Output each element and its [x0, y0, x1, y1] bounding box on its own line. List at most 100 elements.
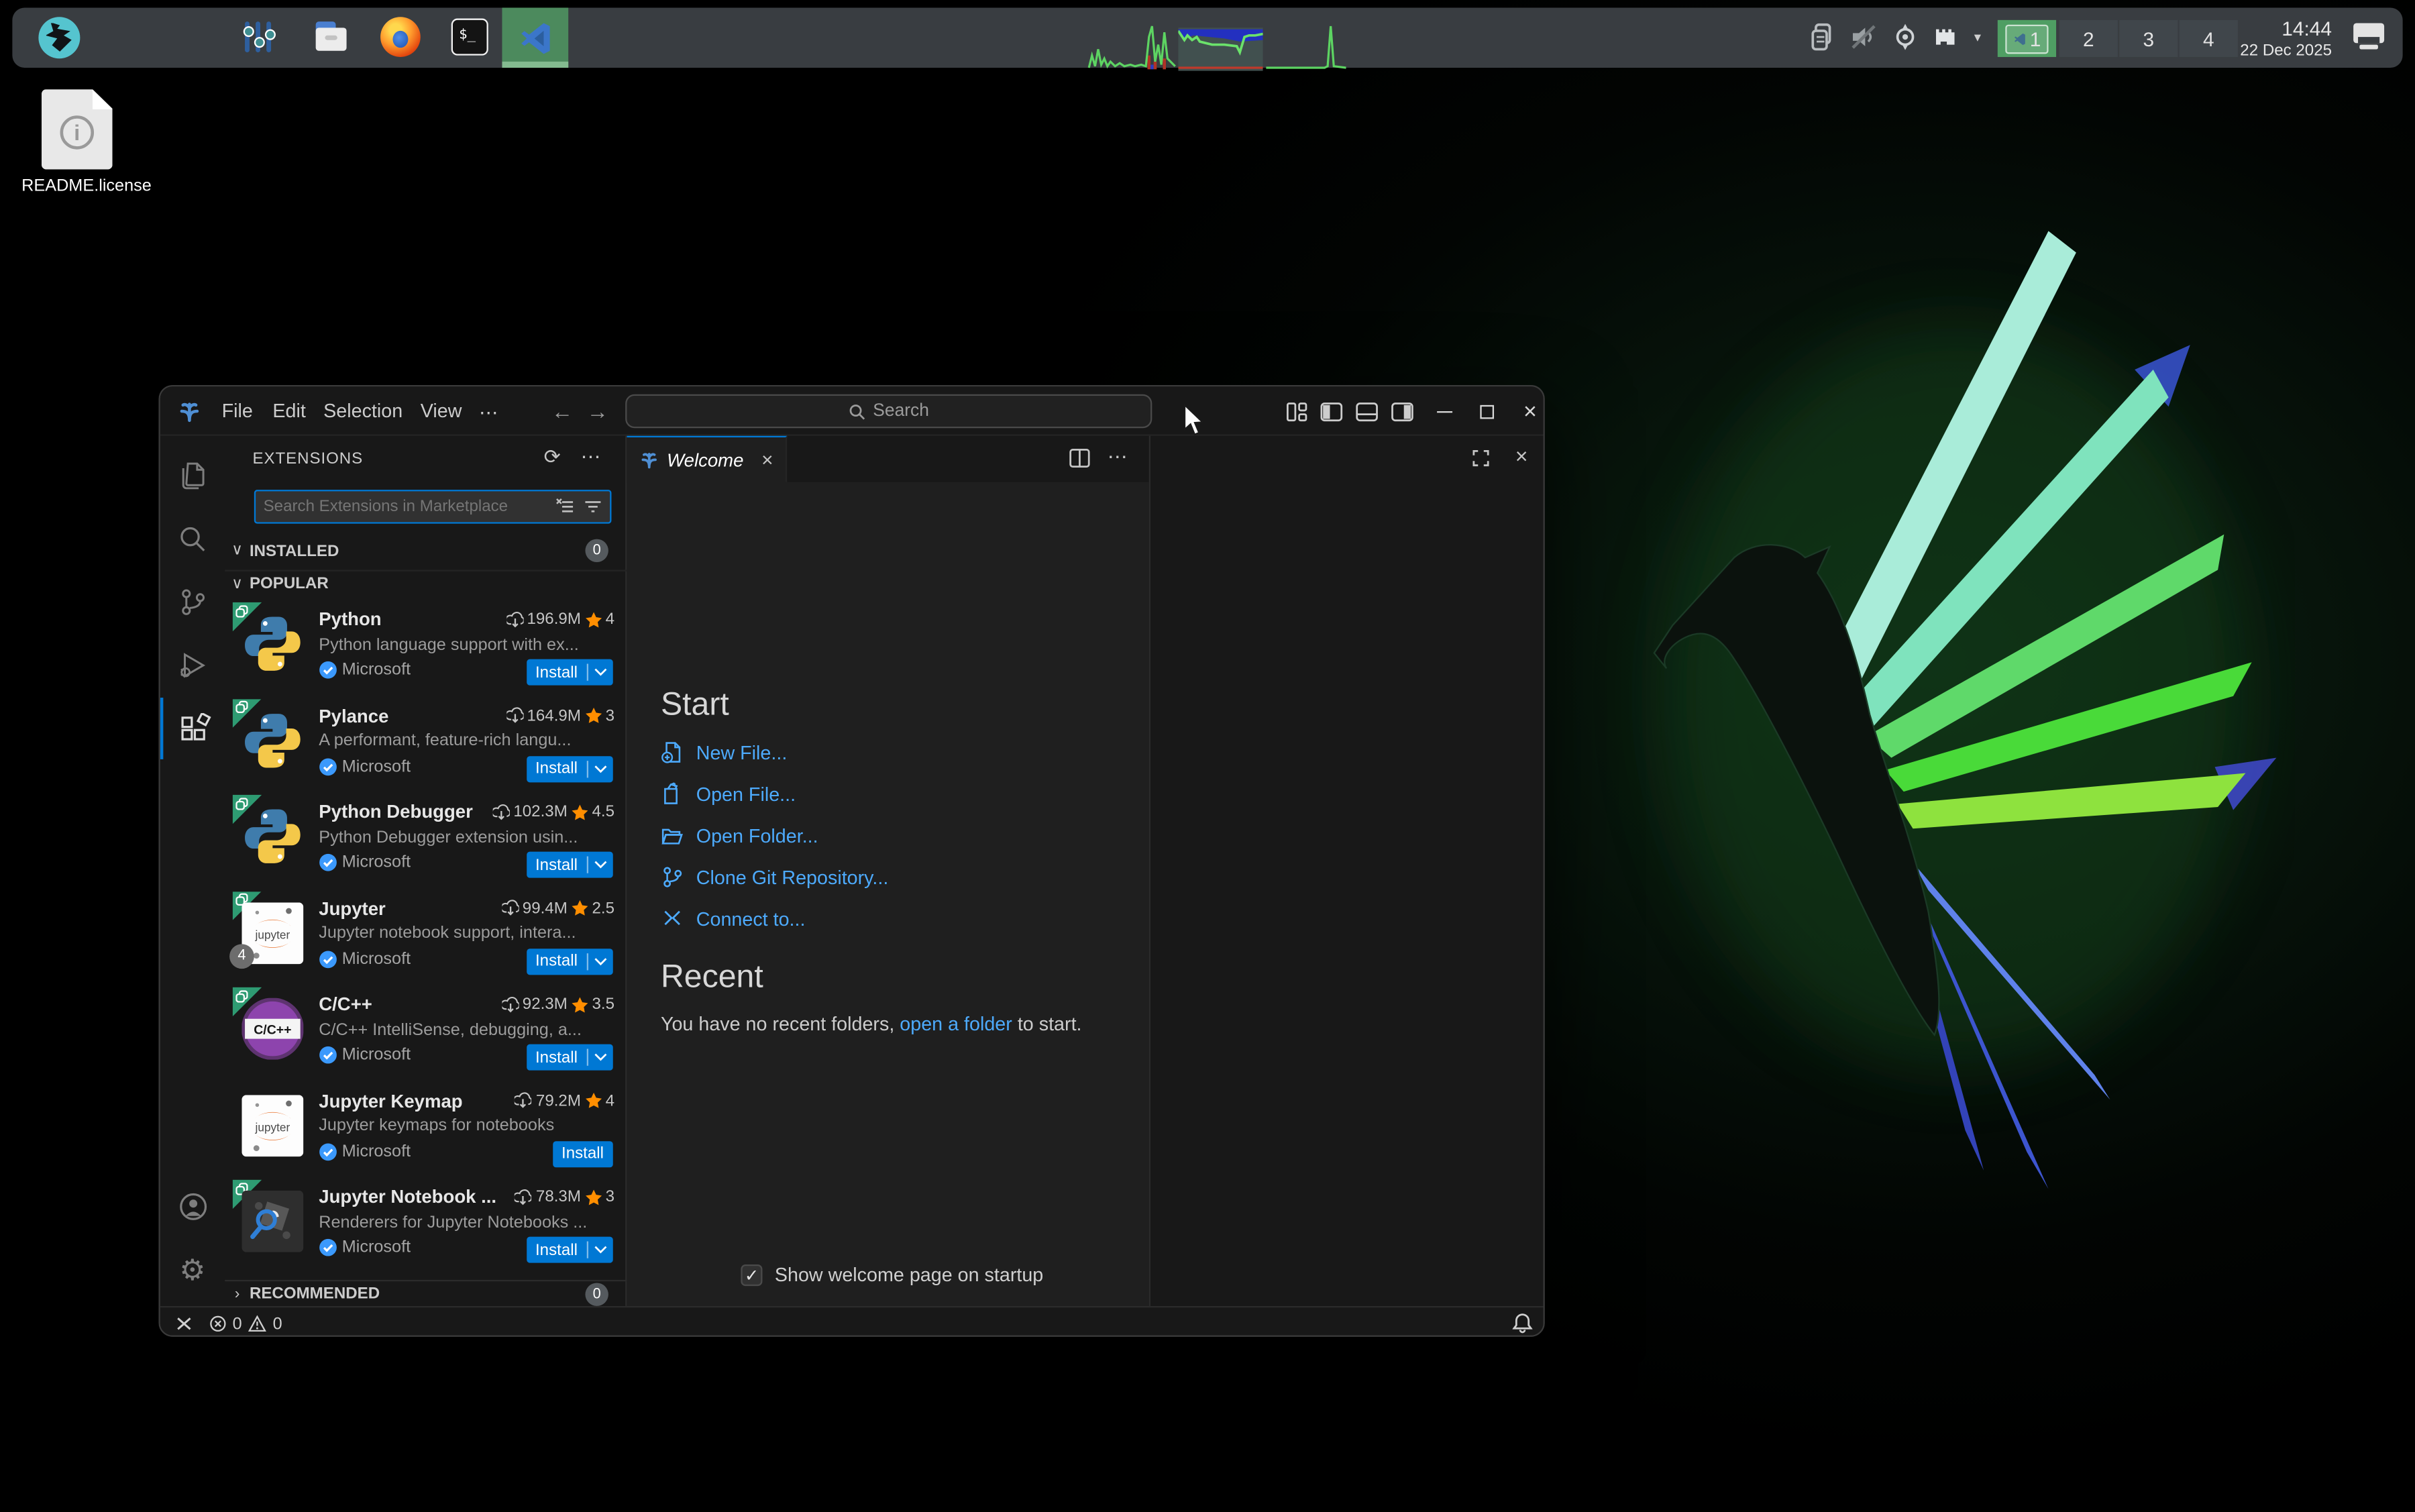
toggle-panel-icon[interactable]: [1354, 399, 1380, 425]
download-count-icon: [501, 900, 519, 916]
menu-view[interactable]: View: [410, 386, 473, 435]
start-open-folder[interactable]: Open Folder...: [661, 824, 818, 847]
menu-more-icon[interactable]: ⋯: [468, 386, 509, 435]
workspace-1[interactable]: 1: [1997, 19, 2057, 57]
close-panel-icon[interactable]: ×: [1515, 443, 1528, 468]
toggle-primary-sidebar-icon[interactable]: [1318, 399, 1344, 425]
display-tray-icon[interactable]: [2351, 21, 2387, 52]
install-button[interactable]: Install: [526, 851, 613, 878]
tray-caret-down-icon[interactable]: ▾: [1967, 20, 1988, 54]
close-button[interactable]: ×: [1515, 397, 1543, 427]
brightness-tray-icon[interactable]: [1888, 20, 1923, 54]
settings-sliders-launcher[interactable]: [235, 14, 282, 60]
clock[interactable]: 14:44 22 Dec 2025: [2240, 17, 2332, 60]
extension-row-jupyter-keymap[interactable]: jupyter Jupyter Keymap 79.2M 4 Jupyter k…: [225, 1081, 627, 1177]
install-button[interactable]: Install: [526, 948, 613, 975]
open-a-folder-link[interactable]: open a folder: [900, 1014, 1012, 1035]
desktop-file-readme-license[interactable]: i README.license: [21, 89, 152, 196]
workspace-3[interactable]: 3: [2119, 19, 2178, 57]
run-debug-icon[interactable]: [160, 635, 225, 696]
start-new-file[interactable]: New File...: [661, 741, 787, 763]
accounts-icon[interactable]: [160, 1175, 225, 1237]
source-control-icon[interactable]: [160, 572, 225, 633]
clipboard-tray-icon[interactable]: [1807, 20, 1841, 54]
problems-indicator[interactable]: 0 0: [209, 1315, 282, 1333]
explorer-icon[interactable]: [160, 445, 225, 507]
install-dropdown-icon[interactable]: [588, 1053, 613, 1061]
focus-view-icon[interactable]: [1471, 448, 1491, 468]
install-button[interactable]: Install: [526, 1044, 613, 1071]
memory-graph[interactable]: [1178, 21, 1263, 72]
document-icon: i: [41, 89, 113, 170]
search-sidebar-icon[interactable]: [160, 508, 225, 570]
maximize-button[interactable]: [1472, 397, 1502, 427]
install-button[interactable]: Install: [526, 1236, 613, 1263]
file-manager-icon: [313, 19, 350, 56]
install-dropdown-icon[interactable]: [588, 861, 613, 869]
menu-edit[interactable]: Edit: [262, 386, 317, 435]
extension-row-jupyter[interactable]: jupyter 4 Jupyter 99.4M 2.5 Jupyter note…: [225, 888, 627, 984]
editor-more-icon[interactable]: ⋯: [1108, 445, 1128, 470]
recent-section-title: Recent: [660, 959, 763, 995]
install-dropdown-icon[interactable]: [588, 668, 613, 676]
extension-row-jupyter-notebook-renderers[interactable]: Jupyter Notebook ... 78.3M 3 Renderers f…: [225, 1177, 627, 1273]
firefox-launcher[interactable]: [377, 14, 423, 60]
vscode-launcher-active[interactable]: [502, 7, 569, 68]
cpu-graph[interactable]: [1087, 21, 1177, 72]
workspace-4[interactable]: 4: [2179, 19, 2238, 57]
menu-selection[interactable]: Selection: [313, 386, 413, 435]
install-dropdown-icon[interactable]: [588, 1246, 613, 1254]
checkbox-checked[interactable]: ✓: [741, 1264, 763, 1287]
menu-file[interactable]: File: [211, 386, 264, 435]
notifications-bell-icon[interactable]: [1512, 1312, 1533, 1334]
start-clone-git-repository[interactable]: Clone Git Repository...: [661, 865, 888, 888]
chevron-down-icon: ∨: [231, 542, 243, 559]
install-button[interactable]: Install: [526, 755, 613, 782]
install-dropdown-icon[interactable]: [588, 765, 613, 773]
file-manager-launcher[interactable]: [308, 14, 354, 60]
clear-search-icon[interactable]: [551, 498, 579, 517]
section-installed[interactable]: ∨ INSTALLED 0: [225, 537, 627, 563]
command-center-search[interactable]: Search: [625, 394, 1152, 429]
extensions-search-input[interactable]: [256, 497, 551, 517]
terminal-launcher[interactable]: $_: [447, 14, 493, 60]
downloads-rating: 99.4M 2.5: [501, 899, 614, 917]
extensions-icon[interactable]: [160, 698, 225, 759]
star-icon: [572, 996, 588, 1012]
tab-close-icon[interactable]: ×: [761, 448, 773, 471]
tab-welcome[interactable]: Welcome ×: [627, 435, 788, 482]
workspace-label: 3: [2143, 27, 2155, 50]
start-open-file[interactable]: Open File...: [661, 782, 796, 805]
extension-row-python-debugger[interactable]: Python Debugger 102.3M 4.5 Python Debugg…: [225, 792, 627, 887]
split-editor-icon[interactable]: [1069, 448, 1090, 468]
install-button[interactable]: Install: [552, 1140, 613, 1167]
start-section-title: Start: [660, 686, 729, 722]
section-popular[interactable]: ∨ POPULAR: [225, 570, 627, 596]
toggle-secondary-sidebar-icon[interactable]: [1389, 399, 1415, 425]
start-connect-to[interactable]: Connect to...: [661, 907, 805, 930]
mouse-cursor: [1184, 403, 1205, 436]
workspace-2[interactable]: 2: [2059, 19, 2118, 57]
titlebar[interactable]: File Edit Selection View ⋯ ← → Search ×: [160, 386, 1544, 436]
network-graph[interactable]: [1266, 21, 1346, 72]
nav-forward-icon[interactable]: →: [584, 397, 611, 425]
nav-back-icon[interactable]: ←: [548, 397, 576, 425]
install-dropdown-icon[interactable]: [588, 957, 613, 965]
customize-layout-icon[interactable]: [1283, 399, 1309, 425]
filter-icon[interactable]: [579, 498, 606, 517]
minimize-button[interactable]: [1430, 397, 1459, 427]
remote-indicator-icon[interactable]: [174, 1313, 194, 1334]
show-welcome-checkbox-row: ✓ Show welcome page on startup: [741, 1264, 1043, 1287]
parrot-menu-button[interactable]: [36, 14, 82, 60]
network-tray-icon[interactable]: [1928, 20, 1962, 54]
views-more-icon[interactable]: ⋯: [581, 445, 601, 470]
extension-row-python[interactable]: Python 196.9M 4 Python language support …: [225, 599, 627, 695]
extension-row-cpp[interactable]: C/C++ C/C++ 92.3M 3.5 C/C++ IntelliSense…: [225, 984, 627, 1080]
extension-row-pylance[interactable]: Pylance 164.9M 3 A performant, feature-r…: [225, 696, 627, 792]
verified-publisher-icon: [319, 853, 337, 871]
audio-muted-tray-icon[interactable]: [1847, 20, 1881, 54]
install-button[interactable]: Install: [526, 659, 613, 686]
refresh-icon[interactable]: ⟳: [544, 445, 561, 470]
settings-gear-icon[interactable]: ⚙: [160, 1240, 225, 1301]
section-recommended[interactable]: › RECOMMENDED 0: [225, 1279, 627, 1306]
